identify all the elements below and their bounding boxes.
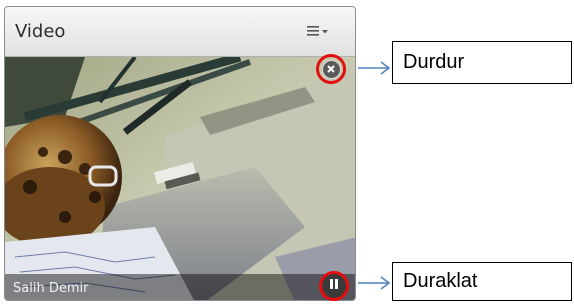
stop-callout-label: Durdur bbox=[403, 51, 465, 73]
menu-lines-icon[interactable] bbox=[307, 25, 329, 39]
stop-video-button[interactable] bbox=[316, 54, 346, 84]
arrow-right-icon bbox=[357, 276, 391, 290]
close-circle-icon bbox=[321, 59, 341, 79]
webcam-frame-image bbox=[5, 57, 355, 300]
pod-header: Video bbox=[5, 7, 355, 57]
video-pod: Video Salih Demir bbox=[4, 6, 356, 301]
pause-callout-label: Duraklat bbox=[403, 270, 478, 292]
stop-callout: Durdur bbox=[392, 41, 572, 84]
pause-video-button[interactable] bbox=[319, 271, 349, 301]
pod-title: Video bbox=[15, 21, 66, 42]
pause-callout: Duraklat bbox=[392, 262, 572, 301]
participant-name-bar: Salih Demir bbox=[5, 274, 355, 300]
webcam-video-feed: Salih Demir bbox=[5, 57, 355, 300]
participant-name: Salih Demir bbox=[13, 281, 89, 296]
pause-icon bbox=[329, 277, 339, 295]
arrow-right-icon bbox=[357, 61, 391, 75]
